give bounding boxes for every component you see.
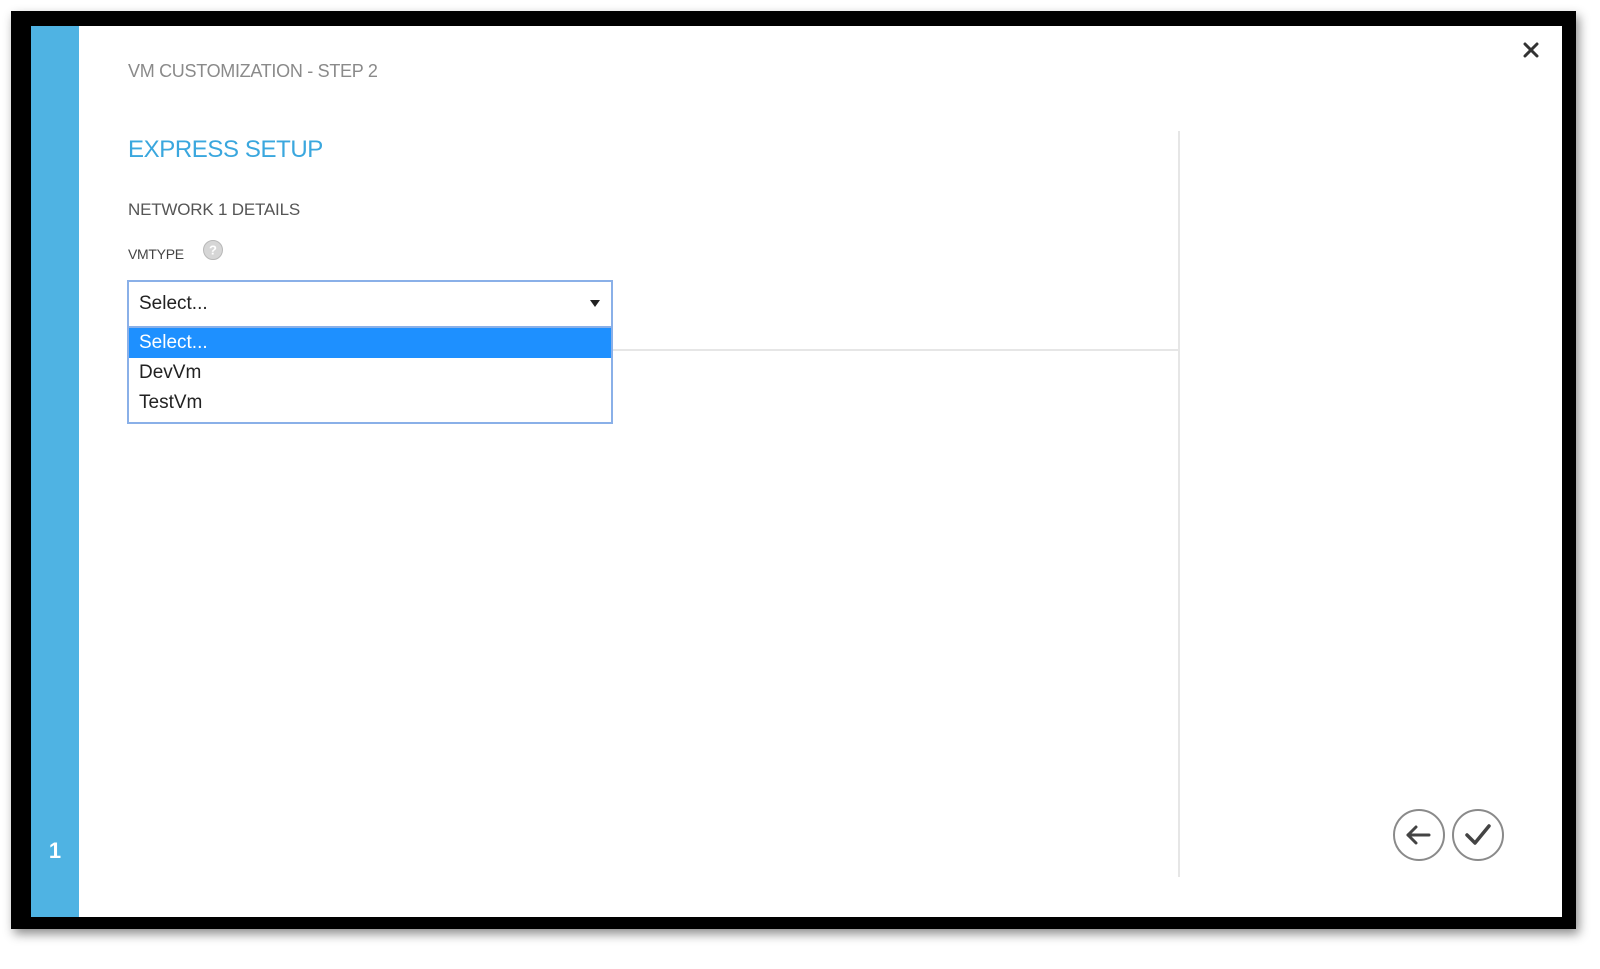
close-button[interactable] [1517, 36, 1545, 64]
horizontal-divider [613, 349, 1178, 351]
wizard-dialog: 1 VM CUSTOMIZATION - STEP 2 EXPRESS SETU… [31, 26, 1562, 917]
screenshot-stage: 1 VM CUSTOMIZATION - STEP 2 EXPRESS SETU… [0, 0, 1600, 969]
vertical-divider [1178, 131, 1180, 877]
wizard-title: VM CUSTOMIZATION - STEP 2 [128, 61, 378, 81]
close-icon [1523, 42, 1539, 58]
vmtype-option-select[interactable]: Select... [129, 328, 611, 358]
vmtype-dropdown-list: Select... DevVm TestVm [127, 328, 613, 424]
vmtype-help-button[interactable]: ? [202, 239, 224, 261]
vmtype-option-devvm[interactable]: DevVm [129, 358, 611, 388]
step-rail: 1 [31, 26, 79, 917]
svg-text:?: ? [209, 243, 217, 258]
step-number[interactable]: 1 [31, 838, 79, 864]
vmtype-select-value: Select... [139, 293, 208, 314]
dropdown-arrow-icon [590, 300, 600, 307]
network-details-title: NETWORK 1 DETAILS [128, 200, 300, 219]
section-title: EXPRESS SETUP [128, 136, 323, 163]
help-icon: ? [203, 240, 223, 260]
vmtype-label: VMTYPE [128, 246, 184, 262]
finish-button[interactable] [1451, 808, 1505, 862]
back-button[interactable] [1392, 808, 1446, 862]
vmtype-select[interactable]: Select... [127, 280, 613, 328]
vmtype-option-testvm[interactable]: TestVm [129, 388, 611, 418]
checkmark-icon [1452, 809, 1504, 861]
arrow-left-icon [1393, 809, 1445, 861]
